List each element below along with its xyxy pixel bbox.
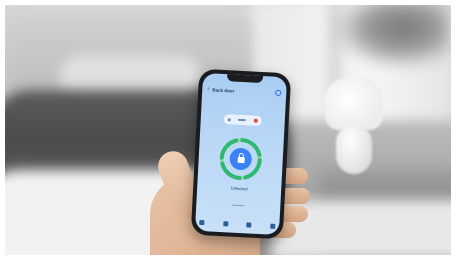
mode-bar-icon: [238, 118, 247, 122]
nav-automation-icon[interactable]: [246, 221, 252, 228]
phone-screen: ‹ Back door Unlocked: [194, 72, 288, 236]
lamp-base: [336, 126, 372, 174]
bottom-nav: [199, 216, 276, 232]
nav-account-icon[interactable]: [270, 223, 276, 229]
lock-status-ring[interactable]: [218, 136, 264, 182]
settings-icon[interactable]: [275, 89, 282, 97]
status-bar: [209, 75, 281, 85]
page-indicator: [232, 204, 245, 207]
back-arrow-icon[interactable]: ‹: [207, 86, 209, 92]
mode-dot-icon: [227, 117, 231, 121]
nav-devices-icon[interactable]: [222, 220, 229, 226]
app-header: ‹ Back door: [207, 84, 282, 98]
background-shelf: [330, 0, 450, 70]
page-title: Back door: [212, 86, 235, 94]
alert-dot-icon: [253, 118, 259, 123]
smartphone: ‹ Back door Unlocked: [190, 68, 292, 240]
lock-mode-toggle[interactable]: [223, 114, 263, 127]
lock-state-label: Unlocked: [230, 185, 248, 192]
lamp-shade: [325, 78, 383, 130]
nav-home-icon[interactable]: [199, 219, 205, 225]
lock-glyph: [237, 156, 245, 164]
photo-scene: ‹ Back door Unlocked: [0, 0, 456, 260]
